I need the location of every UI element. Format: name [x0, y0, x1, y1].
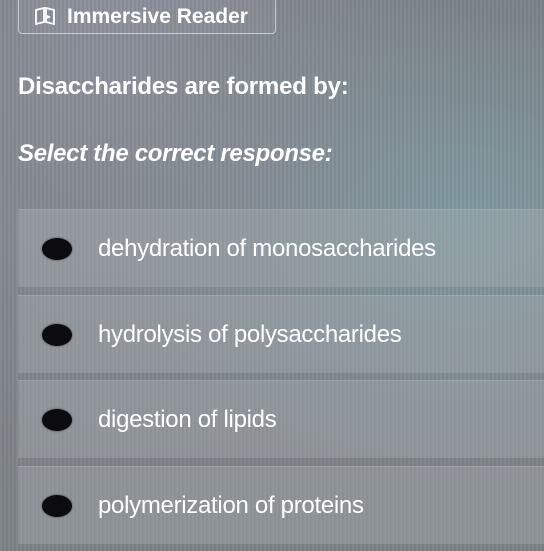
answer-label: dehydration of monosaccharides [98, 234, 436, 262]
radio-button[interactable] [42, 494, 72, 517]
immersive-reader-button[interactable]: Immersive Reader [18, 0, 276, 34]
answer-option-1[interactable]: dehydration of monosaccharides [18, 209, 544, 287]
immersive-reader-label: Immersive Reader [67, 4, 248, 28]
answer-option-4[interactable]: polymerization of proteins [18, 466, 544, 544]
question-text: Disaccharides are formed by: [18, 73, 349, 100]
radio-button[interactable] [42, 237, 72, 260]
radio-button[interactable] [42, 408, 72, 431]
answer-label: hydrolysis of polysaccharides [98, 320, 402, 348]
answer-label: polymerization of proteins [98, 491, 364, 519]
answer-option-2[interactable]: hydrolysis of polysaccharides [18, 295, 544, 373]
answer-label: digestion of lipids [98, 405, 277, 433]
immersive-reader-icon [33, 6, 57, 28]
answer-option-3[interactable]: digestion of lipids [18, 380, 544, 458]
radio-button[interactable] [42, 323, 72, 346]
instruction-text: Select the correct response: [18, 140, 333, 167]
